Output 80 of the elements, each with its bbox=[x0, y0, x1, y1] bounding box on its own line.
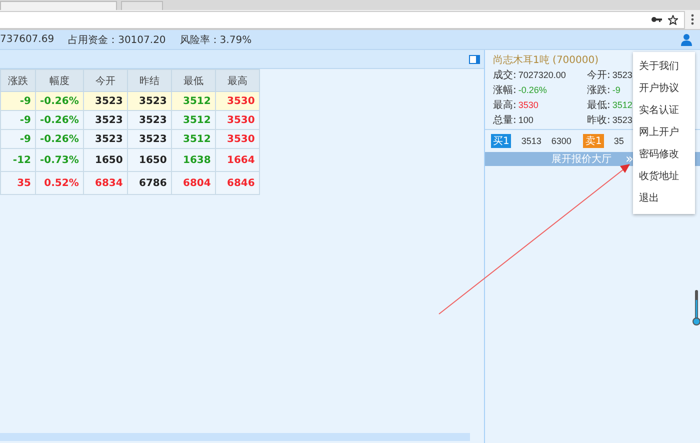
table-cell: 35 bbox=[0, 172, 36, 194]
column-header[interactable]: 最低 bbox=[171, 70, 216, 92]
stat-label: 涨幅: bbox=[493, 84, 516, 97]
order-volume: 6300 bbox=[551, 136, 572, 146]
column-header[interactable]: 涨跌 bbox=[0, 70, 36, 92]
star-icon[interactable] bbox=[668, 14, 678, 24]
order-badge: 买1 bbox=[491, 134, 512, 148]
table-cell: -9 bbox=[0, 130, 36, 148]
table-cell: -12 bbox=[0, 148, 36, 172]
menu-item[interactable]: 退出 bbox=[633, 188, 695, 210]
stat-label: 最低: bbox=[587, 99, 610, 112]
stat-value: -0.26% bbox=[518, 85, 547, 95]
table-row[interactable]: -9 -0.26% 3523 3523 3512 3530 bbox=[0, 92, 260, 110]
user-icon[interactable] bbox=[681, 34, 692, 46]
account-info: 占用资金：30107.20 bbox=[68, 34, 166, 46]
table-cell: 3512 bbox=[171, 110, 216, 130]
column-header[interactable]: 今开 bbox=[83, 70, 128, 92]
horizontal-scrollbar[interactable] bbox=[0, 433, 470, 441]
column-header[interactable]: 昨结 bbox=[127, 70, 172, 92]
table-cell: 1650 bbox=[127, 148, 172, 172]
table-cell: 3530 bbox=[215, 110, 260, 130]
menu-icon[interactable] bbox=[691, 14, 694, 25]
menu-item[interactable]: 网上开户 bbox=[633, 122, 695, 144]
stat-label: 涨跌: bbox=[587, 84, 610, 97]
table-cell: 3530 bbox=[215, 92, 260, 110]
table-cell: 3523 bbox=[83, 92, 128, 110]
column-header[interactable]: 最高 bbox=[215, 70, 260, 92]
table-cell: 3530 bbox=[215, 130, 260, 148]
table-cell: 6804 bbox=[171, 172, 216, 194]
order-price: 3513 bbox=[521, 136, 542, 146]
table-cell: -0.26% bbox=[36, 110, 84, 130]
stat-value: 3523 bbox=[612, 70, 632, 80]
stat-value: 3530 bbox=[518, 100, 538, 110]
table-row[interactable]: -9 -0.26% 3523 3523 3512 3530 bbox=[0, 130, 260, 148]
product-title: 尚志木耳1吨 (700000) bbox=[492, 54, 600, 68]
column-header[interactable]: 幅度 bbox=[36, 70, 84, 92]
stat-value: 7027320.00 bbox=[518, 70, 566, 80]
table-cell: 3512 bbox=[171, 130, 216, 148]
stat-value: 3523 bbox=[612, 115, 632, 125]
table-cell: 3523 bbox=[127, 110, 172, 130]
table-cell: 0.52% bbox=[36, 172, 84, 194]
stat-label: 成交: bbox=[493, 68, 516, 82]
thermometer-icon bbox=[692, 290, 700, 326]
menu-item[interactable]: 关于我们 bbox=[633, 56, 695, 78]
stat-value: 3512 bbox=[612, 100, 632, 110]
stat-value: -9 bbox=[612, 85, 620, 95]
order-badge: 卖1 bbox=[583, 134, 604, 148]
stat-label: 总量: bbox=[493, 114, 516, 127]
browser-tab[interactable] bbox=[0, 1, 117, 10]
menu-item[interactable]: 实名认证 bbox=[633, 100, 695, 122]
table-cell: 1650 bbox=[83, 148, 128, 172]
menu-item[interactable]: 收货地址 bbox=[633, 166, 695, 188]
table-row[interactable]: -9 -0.26% 3523 3523 3512 3530 bbox=[0, 110, 260, 130]
table-cell: 6786 bbox=[127, 172, 172, 194]
stat-label: 最高: bbox=[493, 98, 516, 112]
table-cell: 3523 bbox=[83, 110, 128, 130]
stat-value: 100 bbox=[518, 115, 534, 125]
key-icon[interactable] bbox=[651, 16, 662, 23]
table-cell: 6846 bbox=[215, 172, 260, 194]
table-cell: -0.26% bbox=[36, 92, 84, 110]
table-cell: 3523 bbox=[83, 130, 128, 148]
table-cell: 6834 bbox=[83, 172, 128, 194]
table-cell: 3512 bbox=[171, 92, 216, 110]
table-cell: -0.73% bbox=[36, 148, 84, 172]
stat-label: 今开: bbox=[587, 69, 610, 82]
stat-label: 昨收: bbox=[587, 114, 610, 127]
table-cell: 3523 bbox=[127, 92, 172, 110]
panel-toggle-icon[interactable] bbox=[469, 54, 480, 64]
table-cell: 3523 bbox=[127, 130, 172, 148]
table-cell: 1664 bbox=[215, 148, 260, 172]
order-price: 35 bbox=[614, 136, 624, 146]
table-cell: -9 bbox=[0, 92, 36, 110]
table-cell: -9 bbox=[0, 110, 36, 130]
menu-item[interactable]: 开户协议 bbox=[633, 78, 695, 100]
account-info: 737607.69 bbox=[0, 34, 54, 45]
table-cell: -0.26% bbox=[36, 130, 84, 148]
table-row[interactable]: 35 0.52% 6834 6786 6804 6846 bbox=[0, 172, 260, 194]
table-cell: 1638 bbox=[171, 148, 216, 172]
account-info: 风险率：3.79% bbox=[180, 34, 252, 46]
table-row[interactable]: -12 -0.73% 1650 1650 1638 1664 bbox=[0, 148, 260, 172]
